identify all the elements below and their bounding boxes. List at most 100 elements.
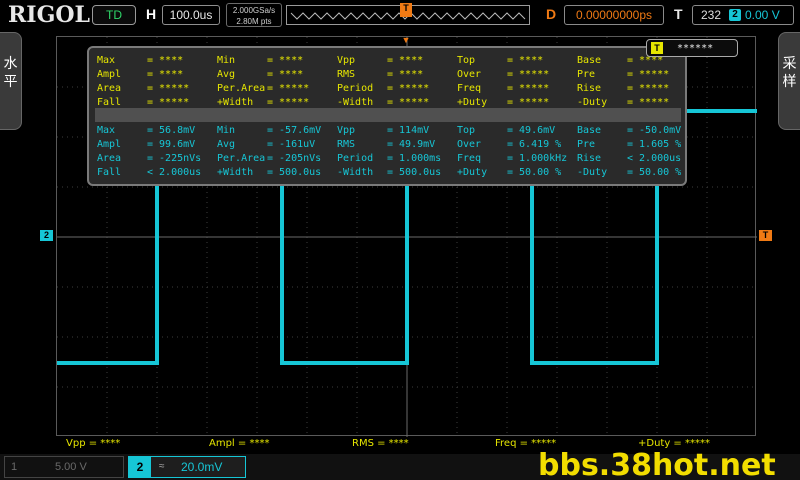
trigger-count: 232 <box>701 8 722 22</box>
trigger-info[interactable]: 232 2 0.00 V <box>692 5 794 25</box>
measurement-panel[interactable]: Max = **** Min = **** Vpp = **** Top = **** Base… <box>87 46 687 186</box>
measure-value: = ***** <box>627 69 670 80</box>
measure-value: = 50.00 % <box>507 167 562 178</box>
measure-value: = **** <box>387 69 424 80</box>
measure-value: = -50.0mV <box>627 125 682 136</box>
measure-name: Base <box>577 125 602 136</box>
measure-name: -Duty <box>577 167 608 178</box>
measure-value: = 500.0us <box>387 167 442 178</box>
statistics-badge[interactable]: T ****** <box>646 39 738 57</box>
ch1-number: 1 <box>11 461 18 473</box>
ch2-offset-marker[interactable]: 2 <box>40 230 53 241</box>
measure-name: Rise <box>577 83 602 94</box>
ch2-number: 2 <box>129 457 151 477</box>
measure-name: Fall <box>97 97 122 108</box>
horizontal-menu-tab[interactable]: 水 平 <box>0 32 22 130</box>
measure-name: Ampl <box>97 69 122 80</box>
statistics-value: ****** <box>677 43 714 54</box>
measure-name: Avg <box>217 69 236 80</box>
measure-name: +Duty <box>457 167 488 178</box>
measure-name: +Duty <box>457 97 488 108</box>
measure-name: RMS <box>337 69 356 80</box>
memory-depth: 2.80M pts <box>236 17 272 26</box>
measure-value: = ***** <box>387 83 430 94</box>
measure-name: -Width <box>337 167 374 178</box>
trigger-source-badge: 2 <box>729 9 741 21</box>
measure-value: = 1.605 % <box>627 139 682 150</box>
delay-label: D <box>546 6 557 22</box>
measure-value: = **** <box>507 55 544 66</box>
measure-value: = 6.419 % <box>507 139 562 150</box>
horizontal-label: H <box>146 6 157 22</box>
measure-name: Period <box>337 83 374 94</box>
measure-value: = **** <box>147 69 184 80</box>
measure-name: Over <box>457 69 482 80</box>
measure-value: < 2.000us <box>147 167 202 178</box>
measure-value: = ***** <box>147 83 190 94</box>
measure-name: Min <box>217 125 236 136</box>
ch2-tab[interactable]: 2 ≈ 20.0mV <box>128 456 246 478</box>
brand-logo: RIGOL <box>8 2 90 28</box>
measure-name: +Width <box>217 167 254 178</box>
measure-value: = 1.000ms <box>387 153 442 164</box>
measure-name: Max <box>97 55 116 66</box>
measurement-divider <box>95 108 681 122</box>
measure-name: Rise <box>577 153 602 164</box>
timebase-value[interactable]: 100.0us <box>162 5 220 25</box>
horizontal-menu-label: 水 平 <box>3 56 18 90</box>
measure-value: = 1.000kHz <box>507 153 568 164</box>
ch1-scale: 5.00 V <box>55 461 87 473</box>
measure-value: = ***** <box>507 69 550 80</box>
measure-name: RMS <box>337 139 356 150</box>
sample-rate: 2.000GSa/s <box>232 6 276 15</box>
measure-value: = 56.8mV <box>147 125 196 136</box>
measure-value: = ***** <box>627 83 670 94</box>
measure-name: Pre <box>577 139 596 150</box>
acquire-menu-label: 采 样 <box>782 56 797 90</box>
measure-name: Over <box>457 139 482 150</box>
measure-value: = ***** <box>507 97 550 108</box>
ch1-tab[interactable]: 1 5.00 V <box>4 456 124 478</box>
measure-value: = 49.6mV <box>507 125 556 136</box>
measure-name: Max <box>97 125 116 136</box>
measure-value: = 99.6mV <box>147 139 196 150</box>
measure-name: Vpp <box>337 55 356 66</box>
measure-value: = 49.9mV <box>387 139 436 150</box>
measure-value: = **** <box>387 55 424 66</box>
measure-name: Ampl <box>97 139 122 150</box>
trigger-position-arrow-icon: ▼ <box>401 35 411 45</box>
measure-value: = -225nVs <box>147 153 202 164</box>
measure-name: -Duty <box>577 97 608 108</box>
trigger-level-marker[interactable]: T <box>759 230 772 241</box>
measure-value: = ***** <box>627 97 670 108</box>
ch2-scale: 20.0mV <box>181 460 223 474</box>
measure-name: Per.Area <box>217 153 266 164</box>
measure-name: -Width <box>337 97 374 108</box>
measure-name: Area <box>97 83 122 94</box>
measure-name: Min <box>217 55 236 66</box>
measure-value: = 50.00 % <box>627 167 682 178</box>
trigger-position-marker[interactable]: T <box>400 3 412 17</box>
measure-name: Vpp <box>337 125 356 136</box>
horizontal-delay-value[interactable]: 0.00000000ps <box>564 5 664 25</box>
trigger-label: T <box>674 6 683 22</box>
measure-name: Per.Area <box>217 83 266 94</box>
measure-name: Fall <box>97 167 122 178</box>
measure-value: = **** <box>147 55 184 66</box>
measure-name: Avg <box>217 139 236 150</box>
measure-value: = **** <box>267 55 304 66</box>
acquire-menu-tab[interactable]: 采 样 <box>778 32 800 130</box>
measure-value: = -161uV <box>267 139 316 150</box>
bottom-measure-vpp: Vpp = **** <box>66 438 121 449</box>
measure-name: Top <box>457 55 476 66</box>
time-mode-button[interactable]: TD <box>92 5 136 25</box>
bottom-measure-rms: RMS = **** <box>352 438 409 449</box>
sample-info: 2.000GSa/s 2.80M pts <box>226 3 282 27</box>
measure-name: Top <box>457 125 476 136</box>
measure-value: = -205nVs <box>267 153 322 164</box>
top-status-bar: RIGOL TD H 100.0us 2.000GSa/s 2.80M pts … <box>0 0 800 32</box>
trigger-level-value: 0.00 V <box>745 8 780 22</box>
measure-value: < 2.000us <box>627 153 682 164</box>
measure-name: Period <box>337 153 374 164</box>
measure-name: Base <box>577 55 602 66</box>
